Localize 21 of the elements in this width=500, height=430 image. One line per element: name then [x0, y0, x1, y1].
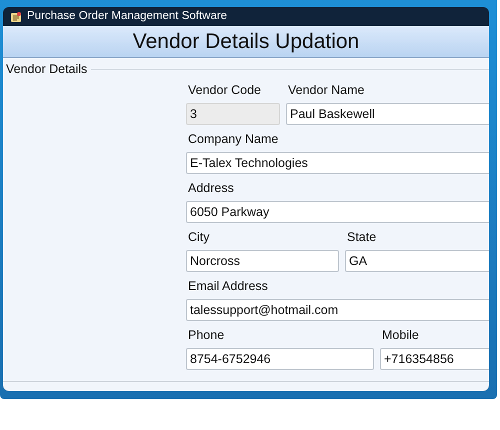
input-field[interactable]: +716354856 [380, 348, 489, 370]
field-label: Company Name [187, 130, 280, 148]
input-field[interactable]: Paul Baskewell [286, 102, 489, 125]
field-label: City [187, 228, 211, 246]
field-label: Address [187, 180, 235, 197]
input-field[interactable]: E-Talex Technologies [186, 152, 489, 174]
field-label: Vendor Name [287, 82, 366, 99]
window-title: Purchase Order Management Software [27, 8, 228, 24]
field-label: Vendor Code [187, 82, 262, 99]
input-field[interactable]: Norcross [186, 250, 339, 272]
field-label: Phone [187, 326, 226, 344]
input-field[interactable]: 6050 Parkway [186, 200, 489, 223]
field-label: Email Address [187, 278, 269, 295]
field-label: State [346, 228, 378, 246]
input-field[interactable]: GA [345, 250, 489, 272]
group-label: Vendor Details [6, 61, 88, 78]
input-field[interactable]: talessupport@hotmail.com [186, 298, 489, 321]
input-field[interactable]: 8754-6752946 [186, 348, 374, 370]
field-label: Mobile [381, 326, 420, 344]
app-icon [10, 10, 22, 22]
page-title: Vendor Details Updation [3, 26, 489, 58]
